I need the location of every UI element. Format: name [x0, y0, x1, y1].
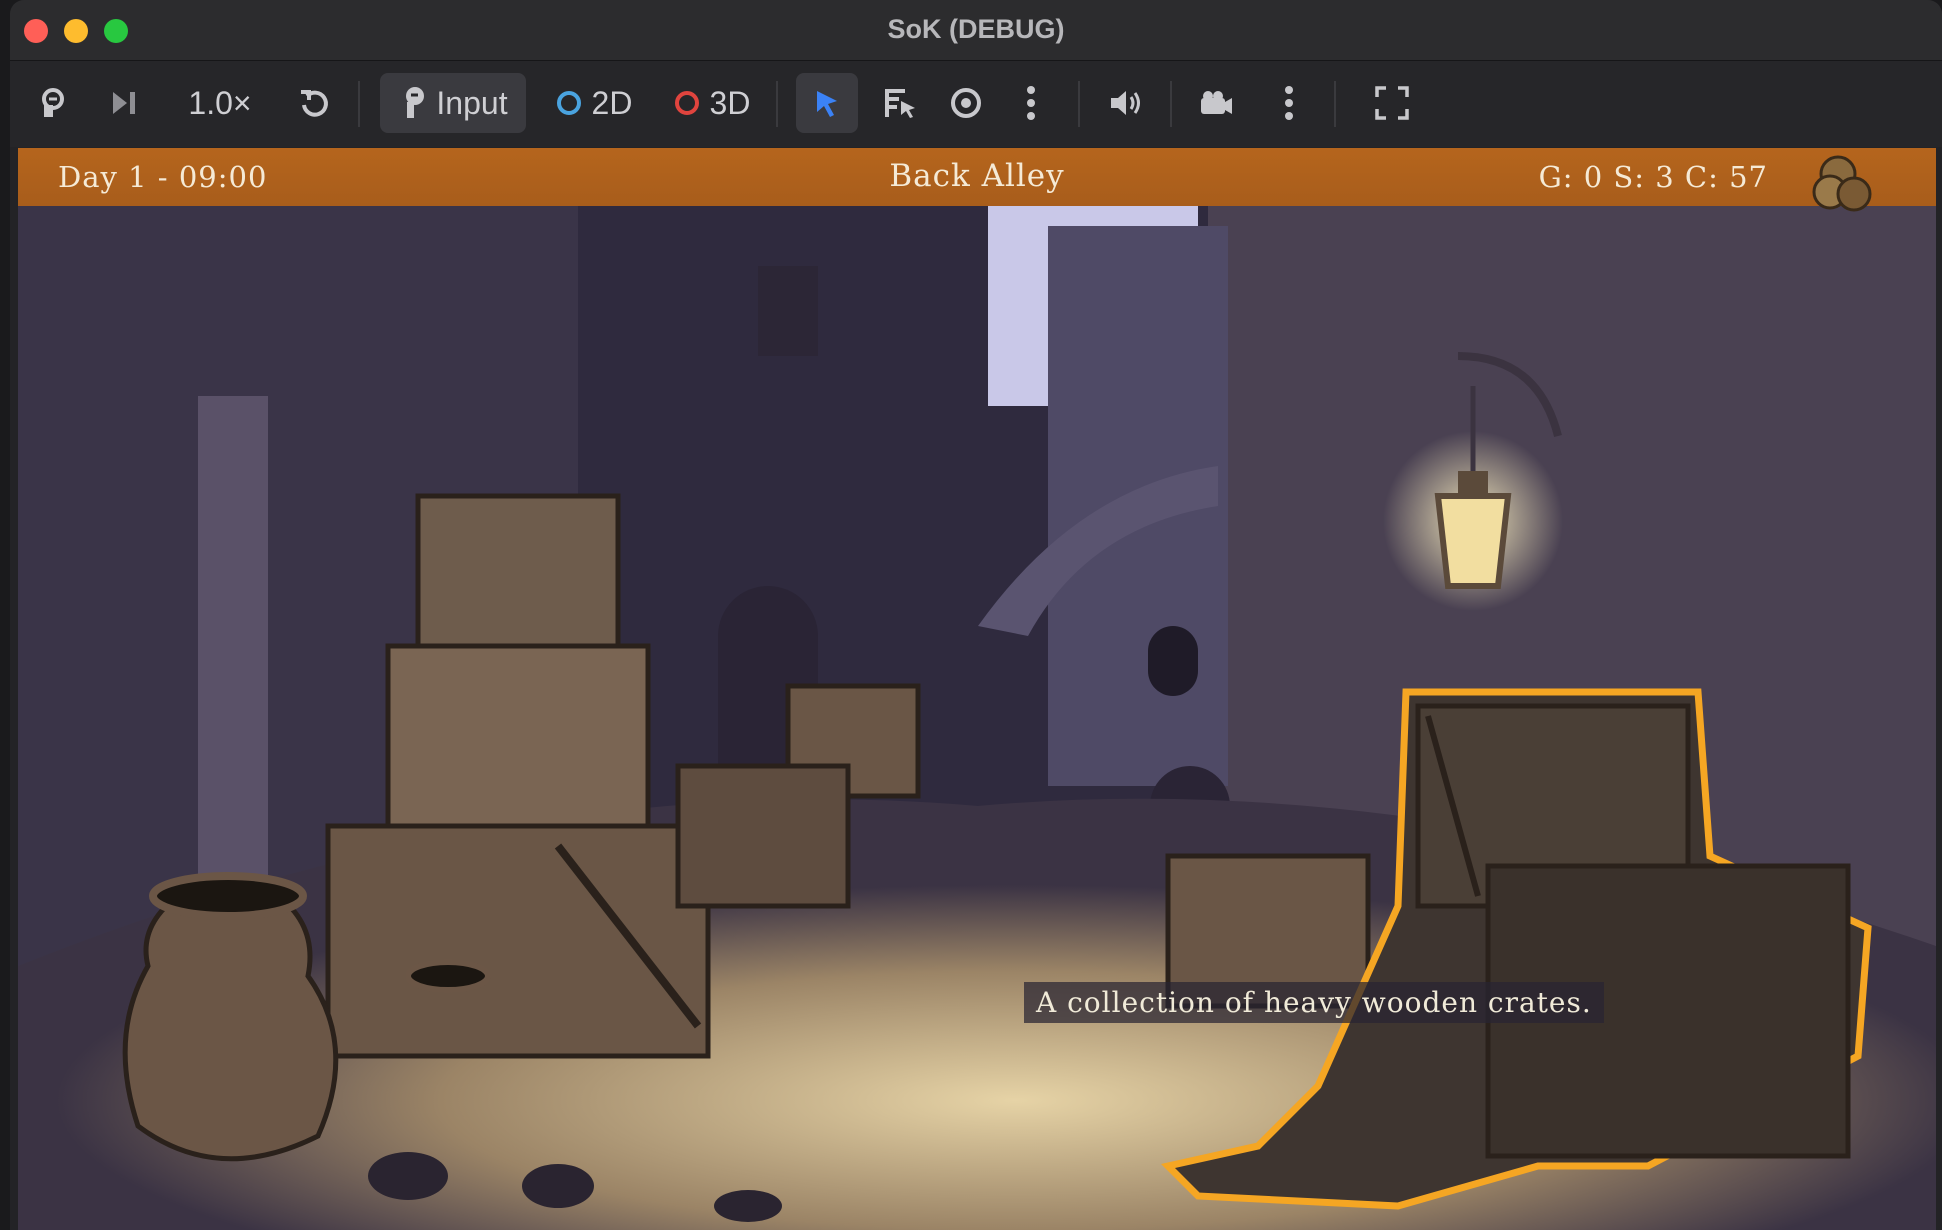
- debug-toolbar: 1.0× Input 2D 3D: [10, 61, 1942, 147]
- step-frame-button[interactable]: [104, 73, 144, 133]
- step-frame-icon: [113, 92, 135, 114]
- game-window: SoK (DEBUG) 1.0× Input 2D 3D Day 1 - 09:…: [10, 0, 1942, 1230]
- remote-debug-button[interactable]: [30, 73, 76, 133]
- speaker-icon: [1111, 91, 1140, 115]
- fullscreen-button[interactable]: [1368, 73, 1416, 133]
- list-select-icon: [885, 89, 915, 118]
- audio-button[interactable]: [1102, 73, 1150, 133]
- mode-3d-label: 3D: [709, 84, 751, 121]
- more-vert-icon: [1027, 86, 1035, 120]
- money-display: G: 0 S: 3 C: 57: [1538, 160, 1768, 194]
- mode-2d-label: 2D: [591, 84, 633, 121]
- reset-icon: [301, 90, 328, 117]
- title-bar: SoK (DEBUG): [10, 0, 1942, 61]
- game-viewport[interactable]: Day 1 - 09:00 Back Alley G: 0 S: 3 C: 57…: [18, 148, 1936, 1230]
- toolbar-separator: [1078, 81, 1080, 127]
- list-select-button[interactable]: [878, 73, 922, 133]
- window-title: SoK (DEBUG): [887, 14, 1065, 44]
- ring-2d-icon: [556, 91, 581, 115]
- mode-3d-button[interactable]: 3D: [666, 73, 758, 133]
- back-alley-scene: [18, 206, 1936, 1230]
- toolbar-separator: [776, 81, 778, 127]
- speed-button[interactable]: 1.0×: [180, 73, 260, 133]
- remote-debug-icon: [42, 88, 64, 117]
- toolbar-separator: [1170, 81, 1172, 127]
- hover-caption: A collection of heavy wooden crates.: [1024, 982, 1604, 1023]
- camera-icon: [1201, 91, 1232, 114]
- toolbar-separator: [1334, 81, 1336, 127]
- ring-3d-icon: [674, 91, 699, 115]
- input-label: Input: [436, 84, 508, 121]
- toolbar-separator: [358, 81, 360, 127]
- cursor-select-icon: [817, 91, 837, 117]
- select-tool-button[interactable]: [796, 73, 858, 133]
- reset-button[interactable]: [294, 73, 334, 133]
- hud-bar: Day 1 - 09:00 Back Alley G: 0 S: 3 C: 57: [18, 148, 1936, 212]
- camera-options-button[interactable]: [1274, 73, 1304, 133]
- input-toggle-button[interactable]: Input: [380, 73, 526, 133]
- visibility-button[interactable]: [944, 73, 988, 133]
- input-icon: [406, 87, 425, 118]
- eye-icon: [951, 88, 981, 118]
- more-vert-icon: [1285, 86, 1293, 120]
- fullscreen-icon: [1375, 86, 1409, 120]
- camera-button[interactable]: [1192, 73, 1240, 133]
- more-options-button[interactable]: [1016, 73, 1046, 133]
- coins-icon: [1812, 155, 1872, 212]
- mode-2d-button[interactable]: 2D: [548, 73, 640, 133]
